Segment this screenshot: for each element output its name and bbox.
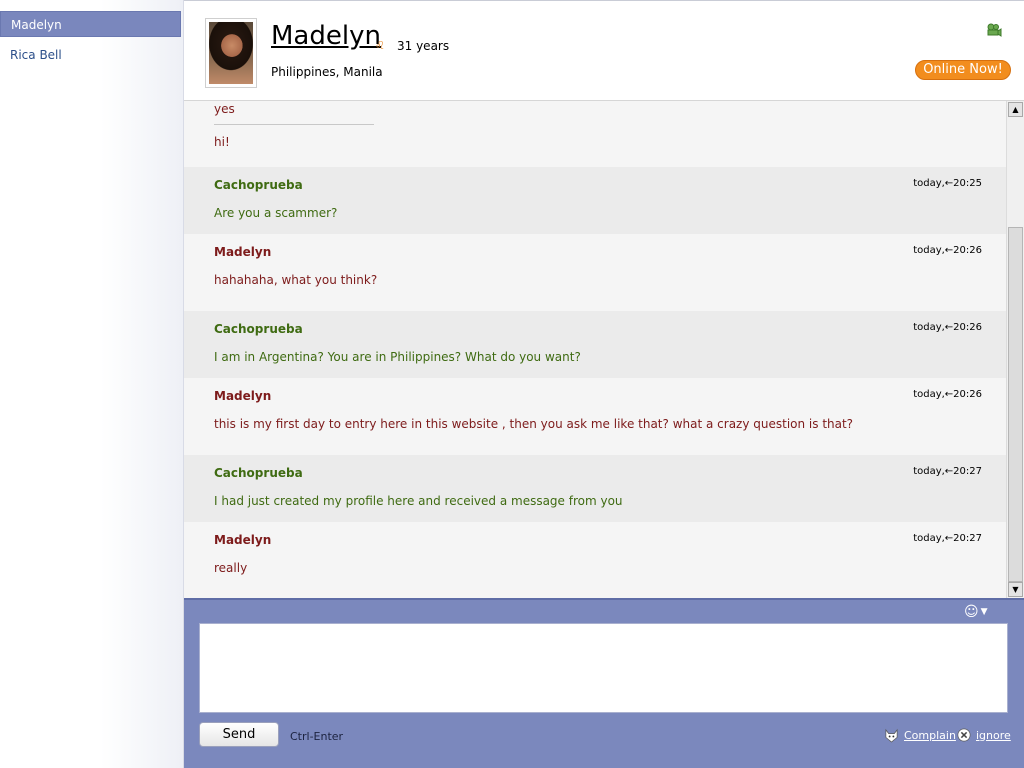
- message-item: Madelyn today,←20:26 hahahaha, what you …: [184, 234, 1006, 311]
- complain-label: Complain: [904, 728, 956, 742]
- chevron-down-icon: ▼: [980, 607, 988, 617]
- message-text: really: [214, 561, 248, 575]
- avatar[interactable]: [205, 18, 257, 88]
- message-time: today,←20:26: [913, 389, 982, 400]
- previous-message-text: hi!: [214, 135, 230, 149]
- contact-item-madelyn[interactable]: Madelyn: [0, 11, 181, 37]
- message-time: today,←20:25: [913, 178, 982, 189]
- contact-item-rica-bell[interactable]: Rica Bell: [0, 42, 183, 68]
- send-button[interactable]: Send: [199, 722, 279, 747]
- message-author: Madelyn: [214, 389, 272, 403]
- profile-name-link[interactable]: Madelyn: [271, 21, 381, 51]
- message-item: Cachoprueba today,←20:25 Are you a scamm…: [184, 167, 1006, 234]
- profile-location: Philippines, Manila: [271, 65, 383, 79]
- message-divider: [214, 124, 374, 125]
- message-text: hahahaha, what you think?: [214, 273, 378, 287]
- scrollbar-thumb[interactable]: [1008, 227, 1023, 582]
- profile-header: Madelyn ♌ 31 years Philippines, Manila O…: [184, 0, 1024, 101]
- message-item: Madelyn today,←20:26 this is my first da…: [184, 378, 1006, 455]
- message-author: Madelyn: [214, 533, 272, 547]
- message-item: Madelyn today,←20:27 really: [184, 522, 1006, 598]
- scroll-down-arrow-icon[interactable]: ▼: [1008, 582, 1023, 597]
- previous-message-text: yes: [214, 102, 235, 116]
- message-time: today,←20:26: [913, 245, 982, 256]
- smiley-icon: ☺: [964, 604, 979, 620]
- message-item: Cachoprueba today,←20:26 I am in Argenti…: [184, 311, 1006, 378]
- message-author: Cachoprueba: [214, 466, 303, 480]
- message-time: today,←20:26: [913, 322, 982, 333]
- message-time: today,←20:27: [913, 533, 982, 544]
- profile-age: 31 years: [397, 39, 450, 53]
- complain-icon: [885, 728, 898, 743]
- message-item: Cachoprueba today,←20:27 I had just crea…: [184, 455, 1006, 522]
- ignore-label: ignore: [976, 728, 1011, 742]
- emoticon-picker-button[interactable]: ☺ ▼: [964, 604, 994, 620]
- message-text: this is my first day to entry here in th…: [214, 417, 854, 431]
- scroll-up-arrow-icon[interactable]: ▲: [1008, 102, 1023, 117]
- complain-link[interactable]: Complain: [884, 726, 956, 744]
- message-author: Madelyn: [214, 245, 272, 259]
- message-author: Cachoprueba: [214, 322, 303, 336]
- message-history: yes hi! Cachoprueba today,←20:25 Are you…: [184, 101, 1006, 598]
- avatar-photo: [209, 22, 253, 84]
- zodiac-icon: ♌: [375, 39, 385, 52]
- message-text: I had just created my profile here and r…: [214, 494, 623, 508]
- message-input[interactable]: [199, 623, 1008, 713]
- online-status-badge: Online Now!: [915, 60, 1011, 80]
- message-text: I am in Argentina? You are in Philippine…: [214, 350, 581, 364]
- message-author: Cachoprueba: [214, 178, 303, 192]
- contacts-sidebar: Madelyn Rica Bell: [0, 0, 184, 768]
- message-text: Are you a scammer?: [214, 206, 338, 220]
- message-scrollbar[interactable]: ▲ ▼: [1006, 101, 1024, 598]
- message-time: today,←20:27: [913, 466, 982, 477]
- ignore-icon: [957, 728, 971, 742]
- previous-messages: yes hi!: [184, 101, 1006, 167]
- send-shortcut-hint: Ctrl-Enter: [290, 730, 344, 743]
- video-camera-icon[interactable]: [986, 23, 1002, 37]
- compose-panel: ☺ ▼ Send Ctrl-Enter Complain ignore: [184, 598, 1024, 768]
- ignore-link[interactable]: ignore: [957, 726, 1011, 744]
